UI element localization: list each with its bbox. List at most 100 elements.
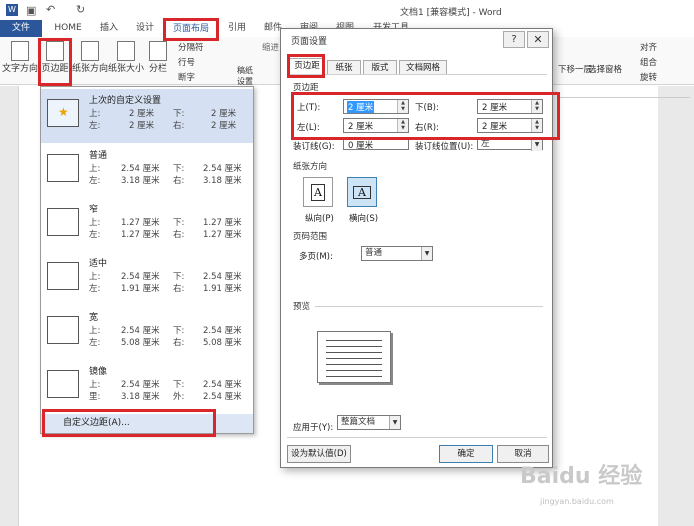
apply-to-label: 应用于(Y): bbox=[293, 423, 334, 433]
indent-label: 缩进 bbox=[262, 43, 280, 53]
value: 2.54 厘米 bbox=[121, 326, 160, 336]
line-numbers-button[interactable]: 行号 bbox=[178, 56, 195, 68]
tab-layout[interactable]: 版式 bbox=[363, 60, 397, 75]
highlight-custom-margins bbox=[42, 409, 216, 437]
key: 右: bbox=[173, 230, 185, 240]
margin-thumbnail bbox=[47, 370, 79, 398]
key: 左: bbox=[89, 338, 101, 348]
key: 下: bbox=[173, 272, 185, 282]
margin-option-moderate[interactable]: 适中 上: 2.54 厘米 下: 2.54 厘米 左: 1.91 厘米 右: 1… bbox=[41, 252, 253, 306]
value: 3.18 厘米 bbox=[203, 176, 242, 186]
send-backward-button[interactable]: 下移一层 bbox=[558, 63, 592, 75]
value: 2.54 厘米 bbox=[121, 380, 160, 390]
value: 2 厘米 bbox=[129, 121, 155, 131]
margin-option-normal[interactable]: 普通 上: 2.54 厘米 下: 2.54 厘米 左: 3.18 厘米 右: 3… bbox=[41, 144, 253, 198]
key: 下: bbox=[173, 380, 185, 390]
margin-option-last-custom[interactable]: ★ 上次的自定义设置 上: 2 厘米 下: 2 厘米 左: 2 厘米 右: 2 … bbox=[41, 89, 253, 143]
value: 1.91 厘米 bbox=[203, 284, 242, 294]
value: 2.54 厘米 bbox=[203, 272, 242, 282]
apply-to-select[interactable]: 整篇文档 ▼ bbox=[337, 415, 401, 430]
value: 2.54 厘米 bbox=[121, 164, 160, 174]
page-preview bbox=[317, 331, 391, 383]
preview-section-label: 预览 bbox=[293, 302, 311, 312]
tab-design[interactable]: 设计 bbox=[130, 20, 160, 37]
chevron-down-icon: ▼ bbox=[389, 416, 400, 429]
tab-references[interactable]: 引用 bbox=[222, 20, 252, 37]
key: 左: bbox=[89, 176, 101, 186]
orientation-button[interactable]: 纸张方向 bbox=[72, 39, 108, 83]
highlight-margins-tab bbox=[287, 54, 325, 78]
tab-home[interactable]: HOME bbox=[48, 20, 88, 37]
gutter-position-label: 装订线位置(U): bbox=[415, 142, 474, 152]
key: 右: bbox=[173, 284, 185, 294]
ruler bbox=[560, 92, 690, 98]
margin-thumbnail bbox=[47, 208, 79, 236]
margins-dropdown-menu: ★ 上次的自定义设置 上: 2 厘米 下: 2 厘米 左: 2 厘米 右: 2 … bbox=[40, 86, 254, 434]
key: 右: bbox=[173, 121, 185, 131]
key: 左: bbox=[89, 230, 101, 240]
margin-option-name: 窄 bbox=[89, 205, 99, 215]
margin-option-name: 镜像 bbox=[89, 367, 108, 377]
ok-button[interactable]: 确定 bbox=[439, 445, 493, 463]
tab-insert[interactable]: 插入 bbox=[94, 20, 124, 37]
key: 右: bbox=[173, 176, 185, 186]
help-button[interactable]: ? bbox=[503, 31, 525, 48]
key: 下: bbox=[173, 218, 185, 228]
size-button[interactable]: 纸张大小 bbox=[108, 39, 144, 83]
key: 上: bbox=[89, 326, 101, 336]
text-direction-button[interactable]: 文字方向 bbox=[2, 39, 38, 83]
value: 2 厘米 bbox=[211, 109, 237, 119]
redo-icon[interactable]: ↻ bbox=[76, 3, 85, 16]
highlight-margin-inputs bbox=[291, 92, 560, 140]
value: 2 厘米 bbox=[211, 121, 237, 131]
tab-file[interactable]: 文件 bbox=[0, 20, 42, 37]
save-icon[interactable]: ▣ bbox=[26, 4, 36, 17]
portrait-page-icon: A bbox=[311, 184, 325, 201]
orientation-section-label: 纸张方向 bbox=[293, 162, 328, 172]
key: 下: bbox=[173, 326, 185, 336]
breaks-button[interactable]: 分隔符 bbox=[178, 41, 204, 53]
tab-divider bbox=[287, 74, 547, 75]
undo-icon[interactable]: ↶ bbox=[46, 3, 55, 16]
margin-option-mirrored[interactable]: 镜像 上: 2.54 厘米 下: 2.54 厘米 里: 3.18 厘米 外: 2… bbox=[41, 360, 253, 414]
align-button[interactable]: 对齐 bbox=[640, 41, 657, 53]
portrait-option[interactable]: A bbox=[303, 177, 333, 207]
window-title: 文档1 [兼容模式] - Word bbox=[400, 8, 502, 18]
preview-line bbox=[326, 352, 382, 353]
value: 2.54 厘米 bbox=[203, 326, 242, 336]
value: 1.27 厘米 bbox=[203, 230, 242, 240]
value: 5.08 厘米 bbox=[203, 338, 242, 348]
value: 2.54 厘米 bbox=[121, 272, 160, 282]
margin-option-name: 适中 bbox=[89, 259, 108, 269]
pages-section-label: 页码范围 bbox=[293, 232, 328, 242]
hyphenation-button[interactable]: 断字 bbox=[178, 71, 195, 83]
landscape-option[interactable]: A bbox=[347, 177, 377, 207]
star-icon: ★ bbox=[58, 105, 69, 119]
chevron-down-icon: ▼ bbox=[421, 247, 432, 260]
margin-option-name: 上次的自定义设置 bbox=[89, 96, 162, 106]
landscape-page-icon: A bbox=[353, 186, 371, 199]
columns-button[interactable]: 分栏 bbox=[146, 39, 170, 83]
preview-line bbox=[326, 346, 382, 347]
group-button[interactable]: 组合 bbox=[640, 56, 657, 68]
margin-option-wide[interactable]: 宽 上: 2.54 厘米 下: 2.54 厘米 左: 5.08 厘米 右: 5.… bbox=[41, 306, 253, 360]
selection-pane-button[interactable]: 选择窗格 bbox=[588, 63, 622, 75]
set-default-button[interactable]: 设为默认值(D) bbox=[287, 445, 351, 463]
margin-option-narrow[interactable]: 窄 上: 1.27 厘米 下: 1.27 厘米 左: 1.27 厘米 右: 1.… bbox=[41, 198, 253, 252]
value: 3.18 厘米 bbox=[121, 176, 160, 186]
preview-line bbox=[326, 358, 382, 359]
paper-size-icon bbox=[117, 41, 135, 61]
value: 1.27 厘米 bbox=[121, 230, 160, 240]
preview-line bbox=[326, 364, 382, 365]
multiple-pages-select[interactable]: 普通 ▼ bbox=[361, 246, 433, 261]
tab-paper[interactable]: 纸张 bbox=[327, 60, 361, 75]
highlight-margins-button bbox=[38, 38, 72, 86]
close-button[interactable]: ✕ bbox=[527, 31, 549, 48]
draft-settings-button[interactable]: 稿纸设置 bbox=[234, 65, 256, 87]
value: 整篇文档 bbox=[341, 417, 376, 427]
text-direction-icon bbox=[11, 41, 29, 61]
key: 左: bbox=[89, 121, 101, 131]
tab-document-grid[interactable]: 文档网格 bbox=[399, 60, 447, 75]
value: 2 厘米 bbox=[129, 109, 155, 119]
rotate-button[interactable]: 旋转 bbox=[640, 71, 657, 83]
